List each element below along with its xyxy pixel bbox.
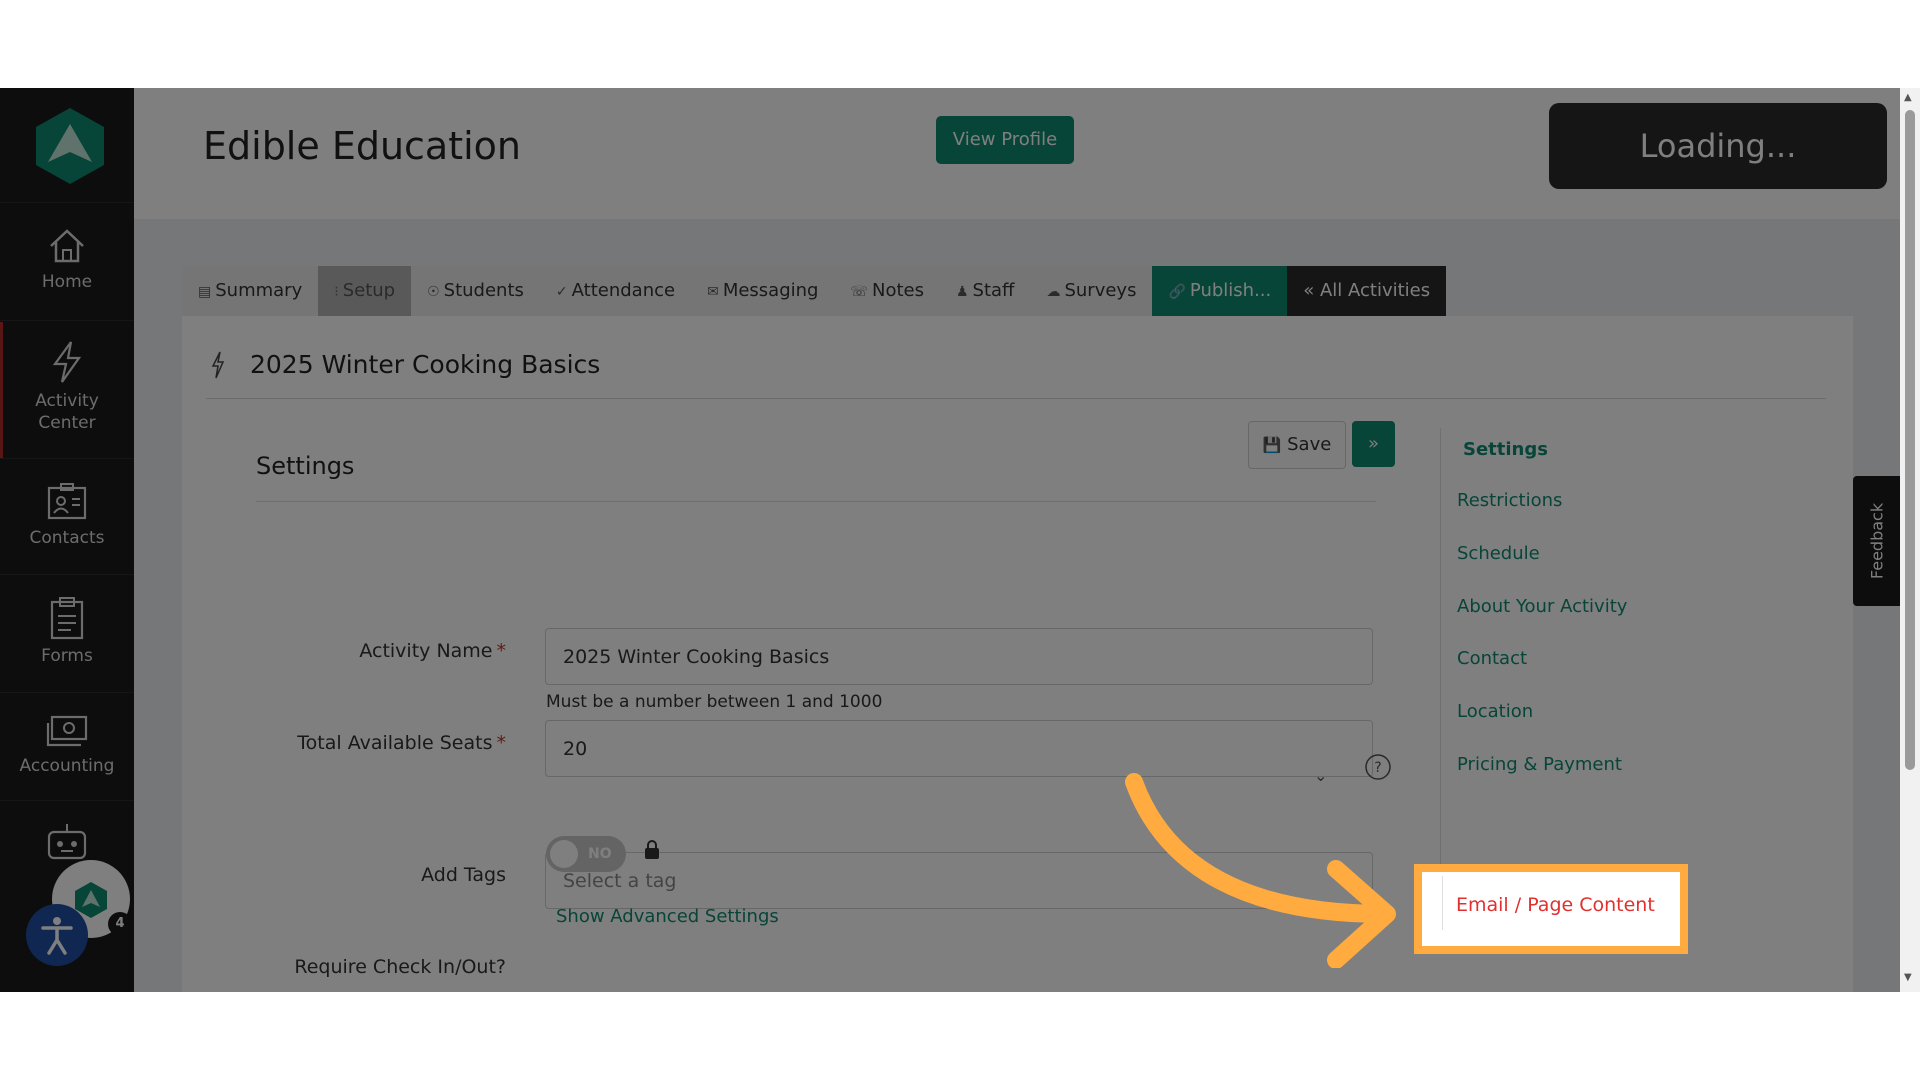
pointer-arrow-icon: [1125, 773, 1396, 968]
app-window: Home Activity Center Contacts Forms Acco…: [0, 88, 1920, 992]
scrollbar-thumb[interactable]: [1905, 110, 1915, 770]
scroll-up-icon[interactable]: ▲: [1904, 92, 1912, 103]
section-nav-border: [1442, 876, 1443, 930]
section-link-email-page-content[interactable]: Email / Page Content: [1456, 894, 1655, 916]
scroll-down-icon[interactable]: ▼: [1904, 972, 1912, 983]
dim-overlay: [0, 88, 1900, 992]
page-scrollbar[interactable]: ▲ ▼: [1900, 88, 1920, 992]
